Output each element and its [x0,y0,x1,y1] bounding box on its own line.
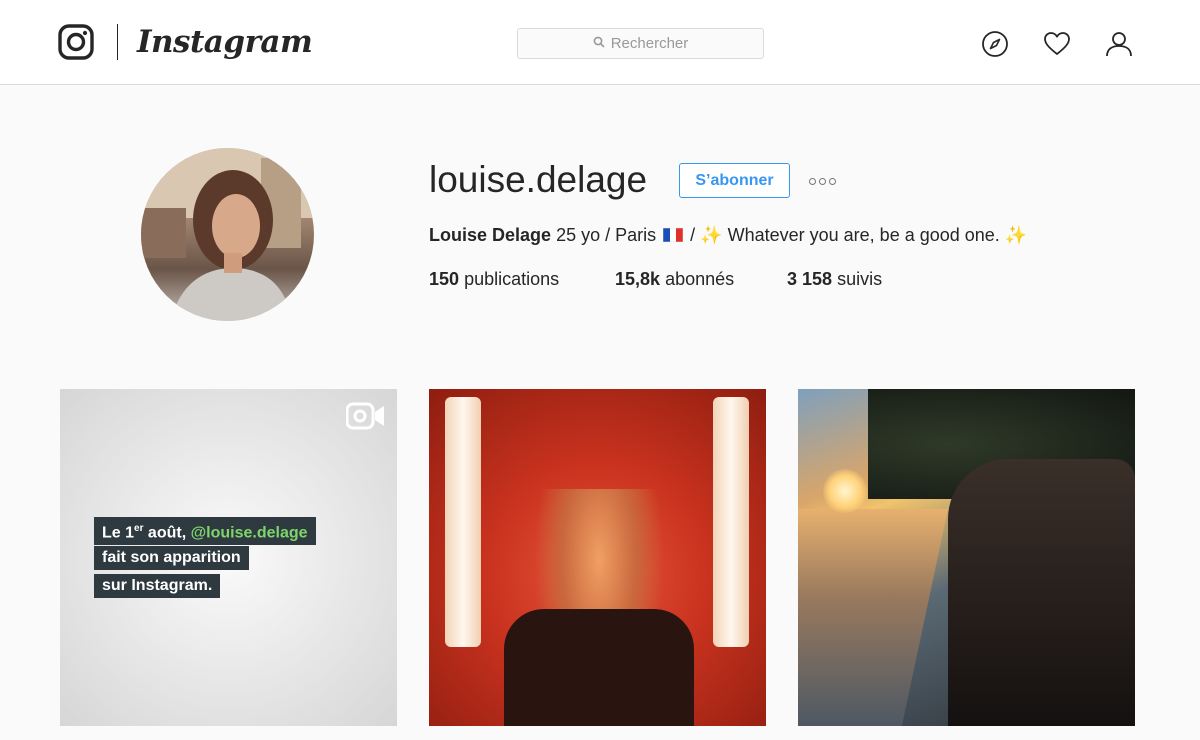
bio-text-part1: 25 yo / Paris [556,225,657,245]
stat-followers[interactable]: 15,8k abonnés [615,266,734,292]
french-flag-icon [662,223,684,243]
sparkles-icon: ✨ [700,225,723,245]
heart-icon[interactable] [1043,30,1071,58]
dot-icon [818,177,826,185]
more-options-button[interactable] [804,170,840,192]
compass-icon[interactable] [981,30,1009,58]
sparkles-icon: ✨ [1004,225,1028,245]
caption-text: Le 1 [102,524,135,542]
profile-avatar[interactable] [141,148,314,321]
logo-divider [117,24,118,60]
stat-label: abonnés [665,269,735,289]
caption-line-1: Le 1er août, @louise.delage [94,517,316,546]
stat-label: publications [464,269,560,289]
caption-handle: @louise.delage [190,524,308,542]
person-shirt [504,609,694,726]
top-navigation-bar: Instagram Rechercher [0,0,1200,85]
lamp-right [713,397,749,647]
lamp-left [445,397,481,647]
stat-following[interactable]: 3 158 suivis [787,266,882,292]
search-icon [593,35,605,52]
follow-button[interactable]: S’abonner [679,163,790,198]
river [798,509,948,726]
caption-text: août, [143,524,191,542]
post-thumbnail-red-room[interactable] [429,389,766,726]
stat-publications: 150 publications [429,266,559,292]
stat-value: 150 [429,269,460,289]
stat-value: 3 158 [787,269,833,289]
user-icon[interactable] [1105,30,1133,58]
camera-logo-icon[interactable] [58,24,94,60]
search-placeholder: Rechercher [610,35,689,52]
video-camera-icon [345,402,386,430]
bio-full-name: Louise Delage [429,225,552,245]
profile-username: louise.delage [429,159,648,200]
dot-icon [828,177,836,185]
search-input[interactable]: Rechercher [517,28,764,59]
stat-value: 15,8k [615,269,661,289]
bio-slash: / [690,225,696,245]
caption-line-2: fait son apparition [94,546,249,570]
dot-icon [808,177,816,185]
post-thumbnail-video[interactable]: Le 1er août, @louise.delage fait son app… [60,389,397,726]
bio-text-part2: Whatever you are, be a good one. [727,225,1000,245]
stat-label: suivis [837,269,883,289]
caption-line-3: sur Instagram. [94,574,221,598]
instagram-wordmark[interactable]: Instagram [137,20,313,64]
profile-bio: Louise Delage 25 yo / Paris / ✨ Whatever… [429,222,1027,248]
post-thumbnail-riverbank[interactable] [798,389,1135,726]
sun [823,469,867,513]
people [948,459,1135,726]
